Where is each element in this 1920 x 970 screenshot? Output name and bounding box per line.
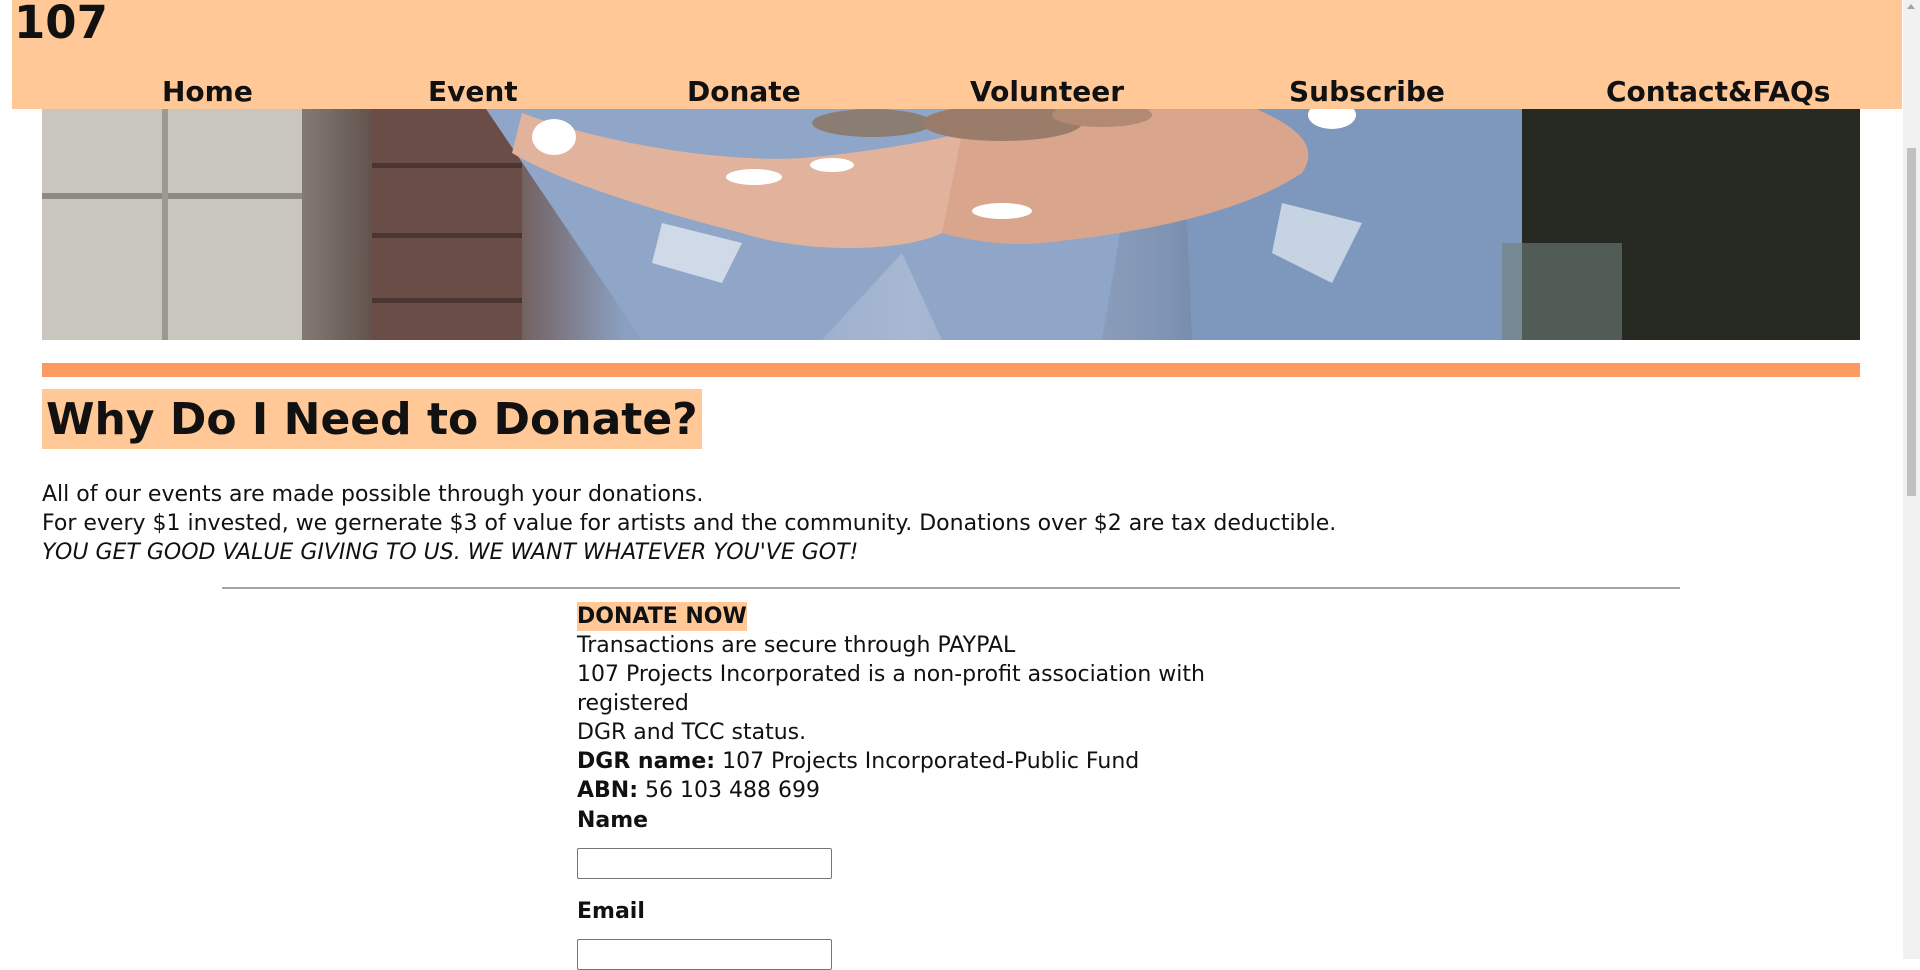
- accent-divider: [42, 363, 1860, 377]
- abn-value: 56 103 488 699: [638, 778, 820, 803]
- dgr-name-label: DGR name:: [577, 749, 716, 774]
- dgr-name-row: DGR name: 107 Projects Incorporated-Publ…: [577, 747, 1297, 776]
- nav-donate[interactable]: Donate: [687, 76, 801, 108]
- donation-intro: All of our events are made possible thro…: [42, 480, 1336, 567]
- nav-home[interactable]: Home: [162, 76, 253, 108]
- nav-contact-faqs[interactable]: Contact&FAQs: [1606, 76, 1830, 108]
- donate-now-heading: DONATE NOW: [577, 602, 747, 631]
- scroll-up-arrow-icon[interactable]: [1907, 4, 1915, 9]
- scrollbar-thumb[interactable]: [1907, 148, 1916, 496]
- name-input[interactable]: [577, 848, 832, 879]
- secure-note: Transactions are secure through PAYPAL: [577, 633, 1016, 658]
- donate-info: DONATE NOW Transactions are secure throu…: [577, 602, 1297, 805]
- main-nav: Home Event Donate Volunteer Subscribe Co…: [12, 76, 1902, 108]
- abn-label: ABN:: [577, 778, 639, 803]
- section-divider: [222, 587, 1680, 589]
- intro-line-2: For every $1 invested, we gernerate $3 o…: [42, 511, 1337, 536]
- abn-row: ABN: 56 103 488 699: [577, 776, 1297, 805]
- dgr-name-value: 107 Projects Incorporated-Public Fund: [715, 749, 1140, 774]
- email-label: Email: [577, 899, 645, 924]
- nav-subscribe[interactable]: Subscribe: [1289, 76, 1445, 108]
- name-label: Name: [577, 808, 649, 833]
- site-logo[interactable]: 107: [14, 0, 108, 46]
- page-scrollbar[interactable]: [1903, 0, 1920, 959]
- hands-with-coins-illustration: [42, 103, 1860, 340]
- intro-line-3: YOU GET GOOD VALUE GIVING TO US. WE WANT…: [42, 540, 859, 565]
- email-input[interactable]: [577, 939, 832, 970]
- nonprofit-note-line-1: 107 Projects Incorporated is a non-profi…: [577, 662, 1205, 716]
- nonprofit-note-line-2: DGR and TCC status.: [577, 720, 807, 745]
- nav-volunteer[interactable]: Volunteer: [970, 76, 1124, 108]
- hero-image: [42, 103, 1860, 340]
- site-header: 107 Home Event Donate Volunteer Subscrib…: [12, 0, 1902, 109]
- nav-event[interactable]: Event: [428, 76, 518, 108]
- intro-line-1: All of our events are made possible thro…: [42, 482, 704, 507]
- page-title: Why Do I Need to Donate?: [42, 389, 702, 449]
